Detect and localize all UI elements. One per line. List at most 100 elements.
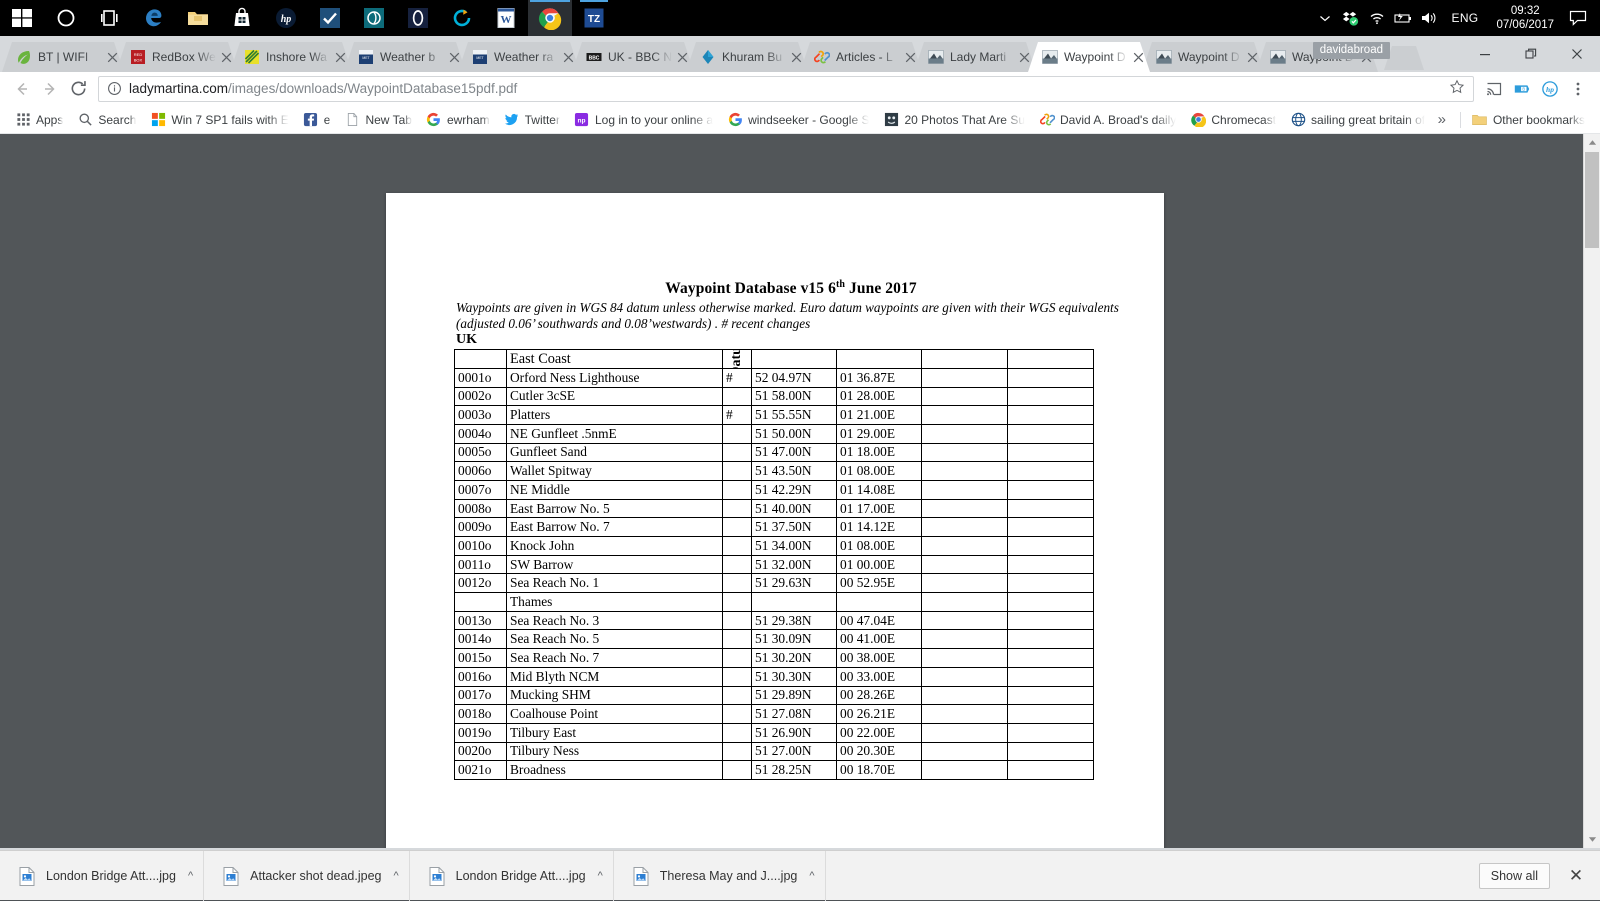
- file-explorer-taskbar-icon[interactable]: [176, 0, 220, 36]
- action-center-button[interactable]: [1562, 0, 1594, 36]
- browser-tab[interactable]: RED BOX RedBox We: [116, 42, 238, 72]
- close-downloads-shelf-button[interactable]: ✕: [1566, 866, 1586, 886]
- chrome-menu-button[interactable]: [1564, 75, 1592, 103]
- word-taskbar-icon[interactable]: W: [484, 0, 528, 36]
- store-taskbar-icon[interactable]: [220, 0, 264, 36]
- forward-button[interactable]: [36, 75, 64, 103]
- new-tab-button[interactable]: [1384, 46, 1424, 70]
- download-item[interactable]: London Bridge Att....jpg ^: [0, 850, 205, 901]
- close-button[interactable]: [1554, 39, 1600, 69]
- image-file-glyph-icon: [19, 866, 35, 886]
- download-item[interactable]: Attacker shot dead.jpeg ^: [204, 850, 410, 901]
- browser-tab[interactable]: BT | WIFI: [2, 42, 124, 72]
- browser-tab[interactable]: Inshore Wa: [230, 42, 352, 72]
- bookmark-item[interactable]: sailing great britain of: [1283, 109, 1428, 131]
- download-menu-button[interactable]: ^: [809, 870, 814, 882]
- header-extra1-cell: [921, 349, 1008, 369]
- dropbox-tray-icon[interactable]: [1338, 0, 1364, 36]
- tab-close-button[interactable]: [446, 49, 462, 65]
- tab-close-button[interactable]: [1130, 49, 1146, 65]
- download-menu-button[interactable]: ^: [393, 870, 398, 882]
- waypoint-id-cell: 0007o: [454, 479, 507, 500]
- volume-tray-icon[interactable]: [1416, 0, 1442, 36]
- bookmarks-overflow-button[interactable]: »: [1428, 111, 1456, 128]
- minimize-button[interactable]: [1462, 39, 1508, 69]
- browser-tab[interactable]: BBC UK - BBC N: [572, 42, 694, 72]
- browser-tab[interactable]: Lady Marti: [914, 42, 1036, 72]
- tab-close-button[interactable]: [104, 49, 120, 65]
- scroll-down-button[interactable]: [1584, 831, 1600, 848]
- edge-taskbar-icon[interactable]: [132, 0, 176, 36]
- download-menu-button[interactable]: ^: [188, 870, 193, 882]
- browser-tab[interactable]: Waypoint D: [1028, 42, 1150, 72]
- hp-taskbar-icon[interactable]: hp: [264, 0, 308, 36]
- wifi-tray-icon[interactable]: [1364, 0, 1390, 36]
- clock-time: 09:32: [1510, 5, 1540, 17]
- download-item[interactable]: London Bridge Att....jpg ^: [410, 850, 614, 901]
- scrollbar-thumb[interactable]: [1585, 152, 1599, 248]
- back-button[interactable]: [8, 75, 36, 103]
- close-icon: [449, 52, 459, 62]
- start-button[interactable]: [0, 0, 44, 36]
- site-info-icon[interactable]: [107, 81, 122, 96]
- bookmark-item[interactable]: 20 Photos That Are Su: [876, 109, 1032, 131]
- bookmark-item[interactable]: ewrham: [419, 109, 497, 131]
- show-hidden-icons-button[interactable]: [1312, 0, 1338, 36]
- extension-button[interactable]: B: [1508, 75, 1536, 103]
- bookmark-label: ewrham: [446, 112, 490, 127]
- download-menu-button[interactable]: ^: [598, 870, 603, 882]
- battery-tray-icon[interactable]: [1390, 0, 1416, 36]
- tab-close-button[interactable]: [1244, 49, 1260, 65]
- opera-taskbar-icon[interactable]: [396, 0, 440, 36]
- bookmark-item[interactable]: Apps: [8, 109, 70, 131]
- tab-close-button[interactable]: [902, 49, 918, 65]
- bookmark-item[interactable]: David A. Broad's daily: [1032, 109, 1183, 131]
- bookmark-item[interactable]: e: [296, 109, 338, 131]
- language-indicator[interactable]: ENG: [1442, 11, 1489, 25]
- tab-close-button[interactable]: [788, 49, 804, 65]
- waypoint-id-cell: 0003o: [454, 405, 507, 425]
- show-all-downloads-button[interactable]: Show all: [1478, 862, 1550, 889]
- table-row: 0013o Sea Reach No. 3 51 29.38N 00 47.04E: [454, 610, 1094, 631]
- address-bar[interactable]: ladymartina.com/images/downloads/Waypoin…: [98, 75, 1474, 102]
- bookmark-item[interactable]: Search: [70, 109, 143, 131]
- other-bookmarks-folder[interactable]: Other bookmarks: [1465, 109, 1592, 131]
- bookmark-item[interactable]: Win 7 SP1 fails with E: [143, 109, 295, 131]
- bookmark-item[interactable]: Chromecast: [1183, 109, 1283, 131]
- bookmark-item[interactable]: Twitter: [497, 109, 567, 131]
- checkmark-app-taskbar-icon[interactable]: [308, 0, 352, 36]
- bookmark-item[interactable]: np Log in to your online a: [567, 109, 720, 131]
- bookmark-star-icon[interactable]: [1449, 79, 1465, 98]
- chrome-taskbar-icon[interactable]: [528, 0, 572, 36]
- teal-app-taskbar-icon[interactable]: [352, 0, 396, 36]
- browser-tab[interactable]: MET Weather b: [344, 42, 466, 72]
- browser-tab[interactable]: Articles - L: [800, 42, 922, 72]
- waypoint-extra2-cell: [1007, 498, 1094, 519]
- clock[interactable]: 09:32 07/06/2017: [1488, 4, 1562, 32]
- cast-button[interactable]: [1480, 75, 1508, 103]
- browser-tab[interactable]: Waypoint D: [1142, 42, 1264, 72]
- browser-tab[interactable]: Khuram Bu: [686, 42, 808, 72]
- hp-extension-button[interactable]: hp: [1536, 75, 1564, 103]
- waypoint-id-cell: 0016o: [454, 666, 507, 687]
- tz-app-taskbar-icon[interactable]: TZ: [572, 0, 616, 36]
- browser-tab[interactable]: MET Weather ra: [458, 42, 580, 72]
- bookmark-item[interactable]: windseeker - Google S: [720, 109, 876, 131]
- sync-app-taskbar-icon[interactable]: [440, 0, 484, 36]
- download-item[interactable]: Theresa May and J....jpg ^: [614, 850, 826, 901]
- tab-close-button[interactable]: [332, 49, 348, 65]
- tab-close-button[interactable]: [674, 49, 690, 65]
- cortana-button[interactable]: [44, 0, 88, 36]
- word-icon: W: [497, 8, 515, 28]
- maximize-button[interactable]: [1508, 39, 1554, 69]
- bookmark-item[interactable]: New Tab: [337, 109, 418, 131]
- reload-button[interactable]: [64, 75, 92, 103]
- task-view-button[interactable]: [88, 0, 132, 36]
- tab-close-button[interactable]: [560, 49, 576, 65]
- pdf-scrollbar[interactable]: [1583, 134, 1600, 848]
- tab-close-button[interactable]: [1016, 49, 1032, 65]
- profile-badge[interactable]: davidabroad: [1312, 42, 1390, 59]
- waypoint-longitude-cell: 00 52.95E: [836, 573, 922, 594]
- scroll-up-button[interactable]: [1584, 134, 1600, 151]
- tab-close-button[interactable]: [218, 49, 234, 65]
